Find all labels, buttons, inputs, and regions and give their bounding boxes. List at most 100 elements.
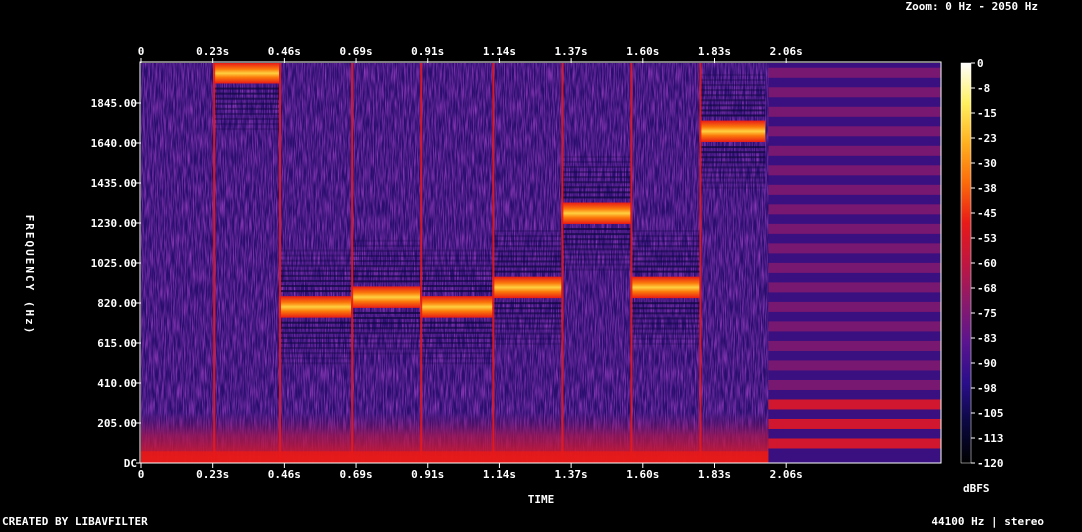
y-axis-label: FREQUENCY (Hz) [23,215,36,336]
tone-ripple [279,249,352,252]
x-tick-label-top: 1.60s [626,45,659,58]
colorbar-label: dBFS [963,482,990,495]
tone-ripple [279,347,352,350]
tone-ripple [492,265,562,268]
tone-ripple [279,321,352,324]
footer-audio-info: 44100 Hz | stereo [931,515,1044,528]
tone-ripple [699,73,766,76]
tone-ripple [561,166,631,168]
tone-ripple [492,337,562,340]
colorbar-tick-label: 0 [977,57,984,70]
colorbar-tick-label: -45 [977,207,997,220]
x-tick-label-bottom: 1.37s [555,468,588,481]
tone-ripple [351,327,421,330]
tone-ripple [279,269,352,272]
tone-ripple [630,260,700,263]
x-tick-label-bottom: 0.46s [268,468,301,481]
colorbar-tick-label: -113 [977,432,1004,445]
tone-ripple [420,331,493,334]
tone-ripple [351,265,421,268]
tone-ripple [351,342,421,345]
tone-onset [351,63,354,463]
colorbar-tick-label: -60 [977,257,997,270]
tone-ripple [492,270,562,273]
tone-ripple [492,307,562,310]
tone-ripple [492,317,562,320]
tone-ripple [351,270,421,273]
tone-band [351,286,421,308]
tone-band [213,63,280,84]
tone-ripple [279,362,352,365]
tone-ripple [420,336,493,339]
tone-ripple [213,102,280,105]
tone-ripple [492,327,562,330]
tone-ripple [351,332,421,335]
tone-ripple [351,317,421,320]
harmonic-line [768,243,941,254]
x-axis-label: TIME [528,493,555,506]
tone-ripple [420,279,493,282]
y-tick-label: 1640.00 [91,137,137,150]
colorbar-tick-label: -68 [977,282,997,295]
tone-ripple [699,99,766,102]
tone-ripple [630,312,700,315]
x-tick-label-top: 2.06s [770,45,803,58]
tone-ripple [561,181,631,184]
tone-ripple [351,280,421,283]
x-tick-label-top: 1.14s [483,45,516,58]
tone-band [492,276,562,299]
x-tick-label-top: 0 [138,45,145,58]
tone-ripple [279,331,352,334]
tone-ripple [630,240,700,243]
y-tick-label: 1845.00 [91,97,137,110]
y-tick-label: 1435.00 [91,177,137,190]
tone-ripple [420,254,493,257]
tone-ripple [699,156,766,159]
tone-ripple [561,228,631,231]
harmonic-line [768,340,941,351]
tone-ripple [630,235,700,238]
tone-onset [213,63,216,463]
tone-ripple [699,176,766,179]
colorbar-ticks: 0 -8 -15 -23 -30 -38 -45 -53 -60 -68 -75 -83 -90 -98 -… [971,57,1004,470]
spectrogram-chart: Zoom: 0 Hz - 2050 Hz 0 0.23s 0.46s 0.69s 0.9… [2,0,1044,528]
y-tick-label: DC [124,457,137,470]
tone-ripple [699,94,766,97]
zoom-readout: Zoom: 0 Hz - 2050 Hz [906,0,1038,13]
x-tick-label-bottom: 0.69s [339,468,372,481]
tone-onset [630,63,633,463]
tone-ripple [699,109,766,112]
tone-ripple [420,269,493,272]
colorbar-tick-label: -30 [977,157,997,170]
tone-ripple [630,327,700,330]
tone-ripple [279,336,352,339]
tone-ripple [630,342,700,345]
tone-ripple [561,171,631,174]
tone-ripple [630,245,700,248]
harmonic-line [768,360,941,371]
tone-ripple [492,240,562,243]
tone-ripple [630,250,700,253]
tone-ripple [699,181,766,184]
tone-onset [561,63,564,463]
tone-ripple [351,275,421,278]
tone-ripple [279,326,352,329]
tone-ripple [279,352,352,355]
tone-ripple [279,264,352,267]
tone-ripple [420,347,493,350]
harmonic-line [768,262,941,273]
harmonic-line [768,126,941,137]
x-tick-label-bottom: 1.14s [483,468,516,481]
harmonic-line [768,165,941,176]
tone-ripple [492,255,562,258]
tone-ripple [351,337,421,340]
tone-ripple [561,196,631,199]
harmonic-line [768,184,941,195]
tone-ripple [492,250,562,253]
tone-ripple [561,238,631,241]
tone-ripple [492,342,562,345]
tone-ripple [420,249,493,252]
tone-ripple [420,357,493,360]
harmonic-line [768,379,941,390]
tone-ripple [561,186,631,189]
